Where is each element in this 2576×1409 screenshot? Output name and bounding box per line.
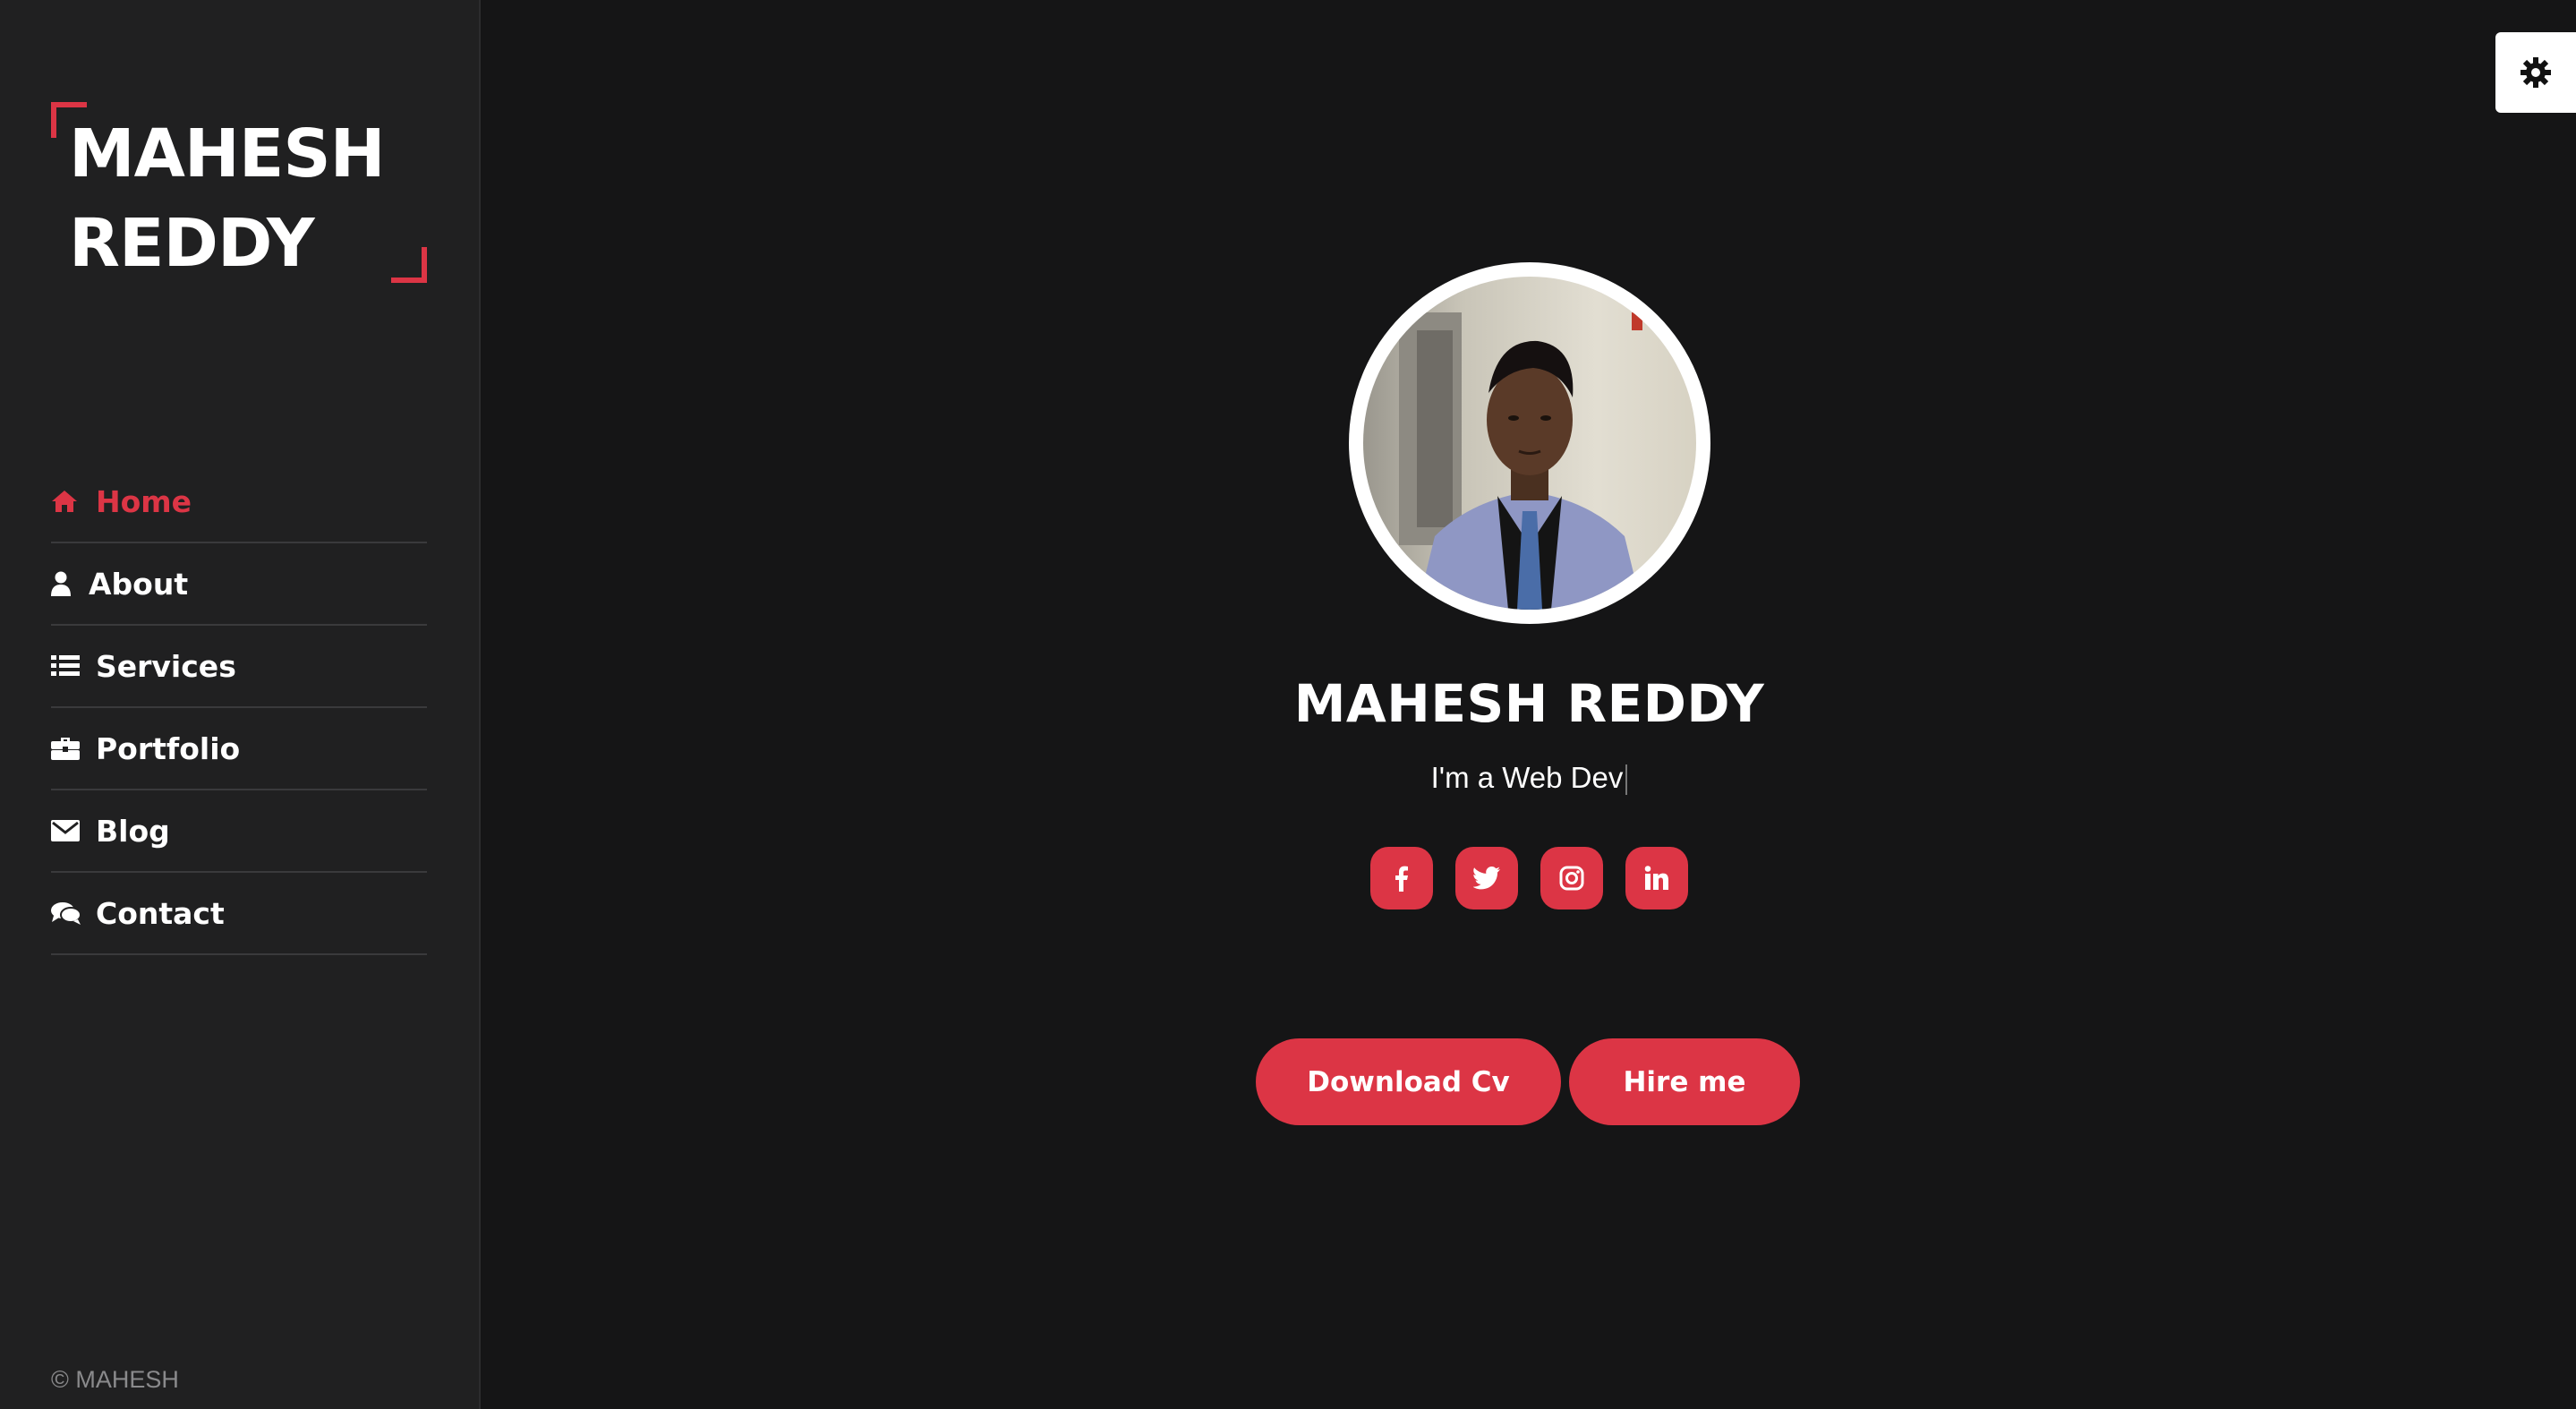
hero-name: MAHESH REDDY [1293, 673, 1765, 734]
typing-cursor [1625, 764, 1628, 796]
list-icon [51, 654, 96, 678]
facebook-link[interactable] [1370, 847, 1433, 909]
facebook-icon [1395, 866, 1408, 892]
hero-section: MAHESH REDDY I'm a Web Dev Download Cv H… [482, 0, 2576, 1409]
nav-item-home[interactable]: Home [51, 461, 427, 543]
nav-item-label: Services [96, 648, 236, 684]
nav-item-blog[interactable]: Blog [51, 790, 427, 873]
twitter-icon [1473, 867, 1500, 890]
nav-item-contact[interactable]: Contact [51, 873, 427, 955]
nav-item-label: Portfolio [96, 730, 241, 766]
hero-tagline: I'm a Web Dev [482, 761, 2576, 796]
nav-item-services[interactable]: Services [51, 626, 427, 708]
nav-item-label: Contact [96, 895, 225, 931]
logo-text: MAHESH REDDY [69, 109, 386, 288]
logo-line-2: REDDY [69, 205, 315, 282]
hero-tagline-text: I'm a Web Dev [1430, 761, 1624, 794]
nav-item-portfolio[interactable]: Portfolio [51, 708, 427, 790]
briefcase-icon [51, 736, 96, 761]
sidebar: MAHESH REDDY Home About Services Portfol… [0, 0, 481, 1409]
hire-me-button[interactable]: Hire me [1569, 1038, 1800, 1125]
logo-corner-bottom-right [391, 247, 427, 283]
social-links [1370, 847, 1688, 909]
instagram-link[interactable] [1540, 847, 1603, 909]
linkedin-icon [1644, 866, 1668, 890]
instagram-icon [1559, 866, 1584, 891]
nav-item-label: About [89, 566, 189, 602]
main-nav: Home About Services Portfolio Blog Conta… [51, 461, 427, 955]
user-icon [51, 571, 89, 596]
nav-item-label: Blog [96, 813, 170, 849]
envelope-icon [51, 820, 96, 841]
profile-photo [1363, 277, 1696, 610]
comments-icon [51, 901, 96, 926]
nav-item-about[interactable]: About [51, 543, 427, 626]
nav-item-label: Home [96, 483, 192, 519]
avatar [1349, 262, 1710, 624]
download-cv-button[interactable]: Download Cv [1256, 1038, 1561, 1125]
logo[interactable]: MAHESH REDDY [51, 102, 427, 283]
copyright: © MAHESH [51, 1366, 179, 1393]
linkedin-link[interactable] [1625, 847, 1688, 909]
twitter-link[interactable] [1455, 847, 1518, 909]
logo-line-1: MAHESH [69, 115, 386, 192]
home-icon [51, 490, 96, 513]
